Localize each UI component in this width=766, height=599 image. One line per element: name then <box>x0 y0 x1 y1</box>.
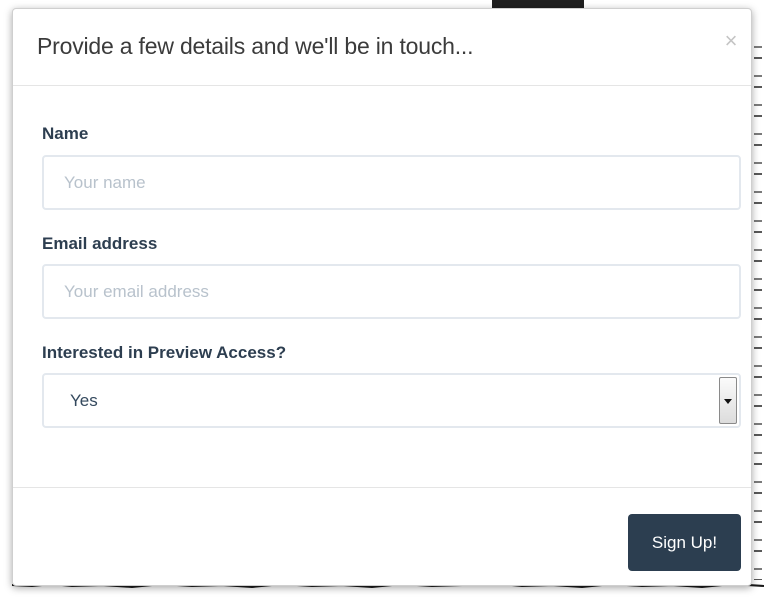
background-text-fragment <box>754 40 762 580</box>
email-input[interactable] <box>42 264 741 319</box>
name-label: Name <box>42 124 89 143</box>
modal-header: Provide a few details and we'll be in to… <box>13 9 751 86</box>
preview-access-selected-value: Yes <box>70 391 98 410</box>
signup-modal: Provide a few details and we'll be in to… <box>12 8 752 586</box>
preview-access-label: Interested in Preview Access? <box>42 343 287 362</box>
sign-up-button[interactable]: Sign Up! <box>628 514 741 571</box>
chevron-down-icon[interactable] <box>719 377 737 424</box>
email-label: Email address <box>42 234 158 253</box>
modal-footer: Sign Up! <box>13 487 751 585</box>
close-icon[interactable]: × <box>725 28 738 53</box>
modal-body: Name Email address Interested in Preview… <box>13 86 751 488</box>
close-button[interactable]: × <box>721 29 741 53</box>
preview-access-select[interactable]: Yes <box>42 373 741 428</box>
modal-title: Provide a few details and we'll be in to… <box>37 33 474 59</box>
name-input[interactable] <box>42 155 741 210</box>
